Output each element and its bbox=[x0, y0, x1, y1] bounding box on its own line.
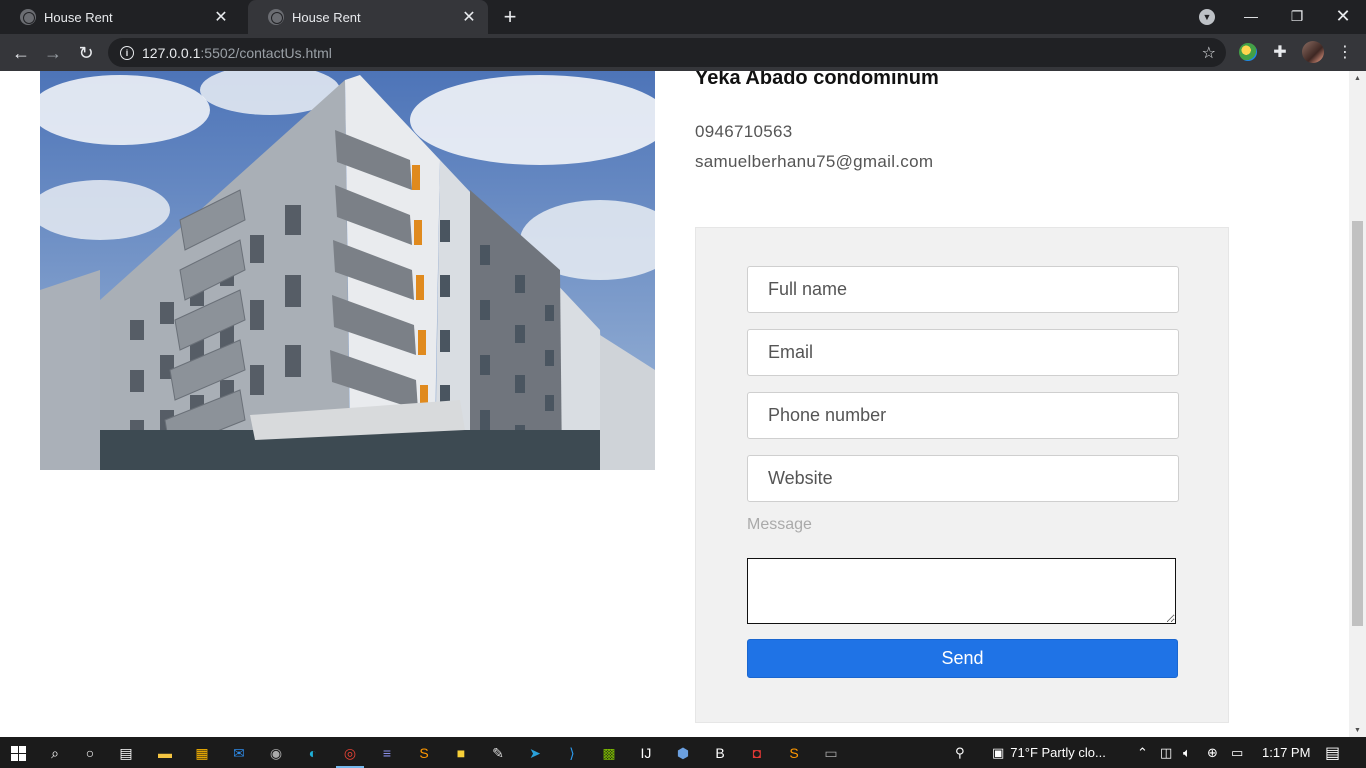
message-textarea[interactable] bbox=[747, 558, 1176, 624]
network-icon[interactable]: ⊕ bbox=[1207, 737, 1218, 768]
close-icon[interactable]: ✕ bbox=[212, 8, 230, 26]
url-text: 127.0.0.1:5502/contactUs.html bbox=[142, 44, 332, 61]
minimize-button[interactable]: — bbox=[1228, 0, 1274, 32]
intellij-icon[interactable]: IJ bbox=[636, 743, 656, 763]
window-close-button[interactable]: ✕ bbox=[1320, 0, 1366, 32]
address-bar[interactable]: i 127.0.0.1:5502/contactUs.html ☆ bbox=[108, 38, 1226, 67]
reload-icon[interactable]: ↻ bbox=[73, 40, 99, 66]
extension-icon[interactable] bbox=[1239, 43, 1257, 61]
browser-toolbar: ← → ↻ i 127.0.0.1:5502/contactUs.html ☆ … bbox=[0, 34, 1366, 71]
scroll-thumb[interactable] bbox=[1352, 221, 1363, 626]
send-button[interactable]: Send bbox=[747, 639, 1178, 678]
volume-icon[interactable]: 🔈︎ bbox=[1183, 737, 1191, 768]
app-icon[interactable]: ≡ bbox=[377, 743, 397, 763]
message-label: Message bbox=[747, 516, 812, 533]
battery-icon[interactable]: ▭ bbox=[1231, 737, 1243, 768]
contact-title: Yeka Abado condominum bbox=[695, 71, 939, 89]
app-icon-2[interactable]: ◘ bbox=[747, 743, 767, 763]
meet-now-icon[interactable]: ◫ bbox=[1160, 737, 1172, 768]
phone-input[interactable] bbox=[747, 392, 1179, 439]
cortana-icon[interactable]: ○ bbox=[80, 743, 100, 763]
file-explorer-icon[interactable]: ▬ bbox=[155, 743, 175, 763]
page-scrollbar[interactable]: ▲ ▼ bbox=[1349, 71, 1366, 737]
globe-icon bbox=[20, 9, 36, 25]
kebab-menu-icon[interactable]: ⋮ bbox=[1336, 43, 1354, 61]
sublime-icon[interactable]: S bbox=[414, 743, 434, 763]
chevron-up-icon[interactable]: ⌃ bbox=[1137, 737, 1148, 768]
scroll-up-icon[interactable]: ▲ bbox=[1349, 71, 1366, 85]
bootstrap-icon[interactable]: B bbox=[710, 743, 730, 763]
chrome-icon[interactable]: ◎ bbox=[336, 743, 364, 768]
full-name-input[interactable] bbox=[747, 266, 1179, 313]
new-tab-button[interactable]: + bbox=[498, 4, 522, 29]
bookmark-star-icon[interactable]: ☆ bbox=[1202, 43, 1216, 63]
weather-widget[interactable]: ▣ 71°F Partly clo... bbox=[992, 737, 1106, 768]
contact-form: Message Send bbox=[695, 227, 1229, 723]
tab-house-rent-2[interactable]: House Rent ✕ bbox=[248, 0, 488, 34]
sticky-notes-icon[interactable]: ■ bbox=[451, 743, 471, 763]
puzzle-extensions-icon[interactable]: ✚ bbox=[1271, 43, 1289, 61]
windows-start-icon[interactable] bbox=[8, 743, 28, 763]
virtualbox-icon[interactable]: ⬢ bbox=[673, 743, 693, 763]
email-input[interactable] bbox=[747, 329, 1179, 376]
tab-house-rent-1[interactable]: House Rent ✕ bbox=[0, 0, 240, 34]
telegram-icon[interactable]: ➤ bbox=[525, 743, 545, 763]
weather-icon: ▣ bbox=[992, 744, 1005, 760]
vscode-icon[interactable]: ⟩ bbox=[562, 743, 582, 763]
notifications-icon[interactable]: ▤ bbox=[1325, 737, 1340, 768]
paint-icon[interactable]: ✎ bbox=[488, 743, 508, 763]
windows-taskbar: ⌕ ○ ▤ ▬ ▦ ✉ ◉ ◐ ◎ ≡ S ■ ✎ ➤ ⟩ ▩ IJ ⬢ B ◘… bbox=[0, 737, 1366, 768]
store-icon[interactable]: ▦ bbox=[192, 743, 212, 763]
search-icon[interactable]: ⌕ bbox=[45, 743, 65, 763]
edge-icon[interactable]: ◐ bbox=[303, 743, 323, 763]
task-view-icon[interactable]: ▤ bbox=[116, 743, 136, 763]
terminal-icon[interactable]: ▭ bbox=[821, 743, 841, 763]
weather-text: 71°F Partly clo... bbox=[1010, 745, 1106, 760]
tab-search-icon[interactable]: ▼ bbox=[1199, 9, 1215, 25]
scroll-down-icon[interactable]: ▼ bbox=[1349, 723, 1366, 737]
contact-phone: 0946710563 bbox=[695, 122, 793, 141]
info-icon[interactable]: i bbox=[120, 45, 134, 60]
building-photo bbox=[40, 71, 655, 470]
page-viewport: Yeka Abado condominum 0946710563 samuelb… bbox=[0, 71, 1366, 737]
office-icon[interactable]: ▩ bbox=[599, 743, 619, 763]
browser-tabstrip: House Rent ✕ House Rent ✕ + ▼ — ❐ ✕ bbox=[0, 0, 1366, 34]
globe-icon bbox=[268, 9, 284, 25]
tab-title: House Rent bbox=[44, 9, 113, 25]
website-input[interactable] bbox=[747, 455, 1179, 502]
media-player-icon[interactable]: ◉ bbox=[266, 743, 286, 763]
clock[interactable]: 1:17 PM bbox=[1262, 737, 1310, 768]
tab-title: House Rent bbox=[292, 9, 361, 25]
restore-button[interactable]: ❐ bbox=[1274, 0, 1320, 32]
forward-arrow-icon[interactable]: → bbox=[40, 40, 66, 66]
back-arrow-icon[interactable]: ← bbox=[8, 40, 34, 66]
people-icon[interactable]: ⚲ bbox=[955, 737, 965, 768]
sublime-icon-2[interactable]: S bbox=[784, 743, 804, 763]
profile-avatar[interactable] bbox=[1302, 41, 1324, 63]
close-icon[interactable]: ✕ bbox=[460, 8, 478, 26]
contact-email: samuelberhanu75@gmail.com bbox=[695, 152, 934, 171]
mail-icon[interactable]: ✉ bbox=[229, 743, 249, 763]
